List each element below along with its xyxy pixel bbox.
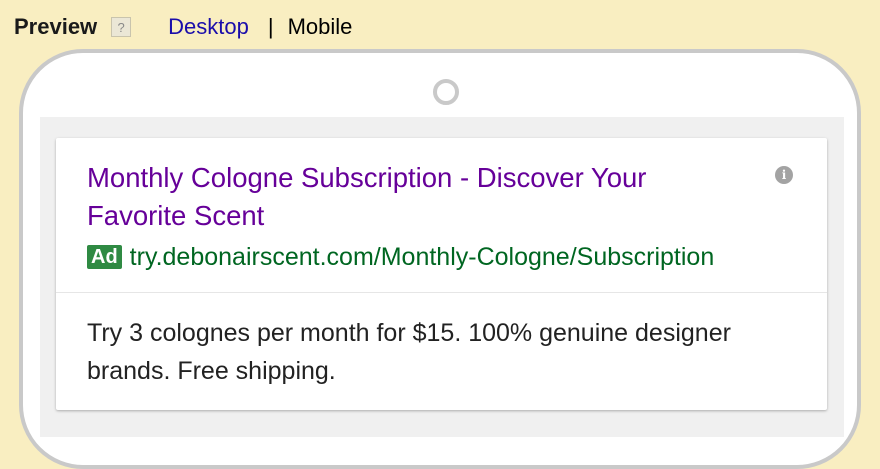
help-icon[interactable]: ? [111,17,132,37]
preview-title: Preview [14,14,98,39]
ad-card: Monthly Cologne Subscription - Discover … [56,138,827,410]
ad-description: Try 3 colognes per month for $15. 100% g… [87,319,731,385]
ad-display-url[interactable]: try.debonairscent.com/Monthly-Cologne/Su… [130,243,715,272]
phone-frame: Monthly Cologne Subscription - Discover … [19,49,861,469]
preview-header: Preview ? Desktop | Mobile [14,10,352,44]
phone-screen: Monthly Cologne Subscription - Discover … [40,117,844,437]
phone-camera-icon [433,79,459,105]
tab-desktop[interactable]: Desktop [168,14,249,40]
info-icon[interactable]: i [775,166,793,184]
tab-mobile[interactable]: Mobile [288,14,353,40]
ad-url-row: Ad try.debonairscent.com/Monthly-Cologne… [87,242,714,272]
ad-badge: Ad [87,245,122,269]
ad-headline-link[interactable]: Monthly Cologne Subscription - Discover … [87,159,747,235]
ad-header-section: Monthly Cologne Subscription - Discover … [56,138,827,293]
tab-separator: | [267,14,274,39]
